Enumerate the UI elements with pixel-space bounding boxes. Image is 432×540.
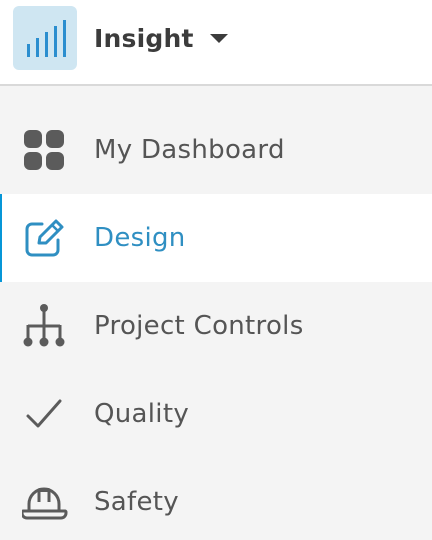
sidebar-item-label: My Dashboard [94,135,285,165]
sidebar-item-label: Design [94,223,186,253]
sidebar-item-project-controls[interactable]: Project Controls [0,282,432,370]
caret-down-icon [209,33,228,43]
hard-hat-icon [22,480,68,524]
app-tile[interactable] [13,6,77,70]
sidebar-item-label: Quality [94,399,190,429]
bar-chart-icon [27,20,66,57]
app-navigation-panel: Insight My Dashboard Design Project Cont… [0,0,432,540]
hierarchy-icon [22,304,68,348]
sidebar-item-safety[interactable]: Safety [0,458,432,540]
sidebar-nav: My Dashboard Design Project Controls Qua… [0,106,432,540]
sidebar-item-label: Project Controls [94,311,304,341]
sidebar-item-my-dashboard[interactable]: My Dashboard [0,106,432,194]
sidebar-item-design[interactable]: Design [0,194,432,282]
dashboard-grid-icon [22,128,68,172]
sidebar-item-quality[interactable]: Quality [0,370,432,458]
app-name: Insight [94,23,194,53]
edit-icon [22,216,68,260]
sidebar-item-label: Safety [94,487,179,517]
app-switcher[interactable]: Insight [94,18,228,58]
checkmark-icon [22,392,68,436]
app-header: Insight [0,0,432,86]
